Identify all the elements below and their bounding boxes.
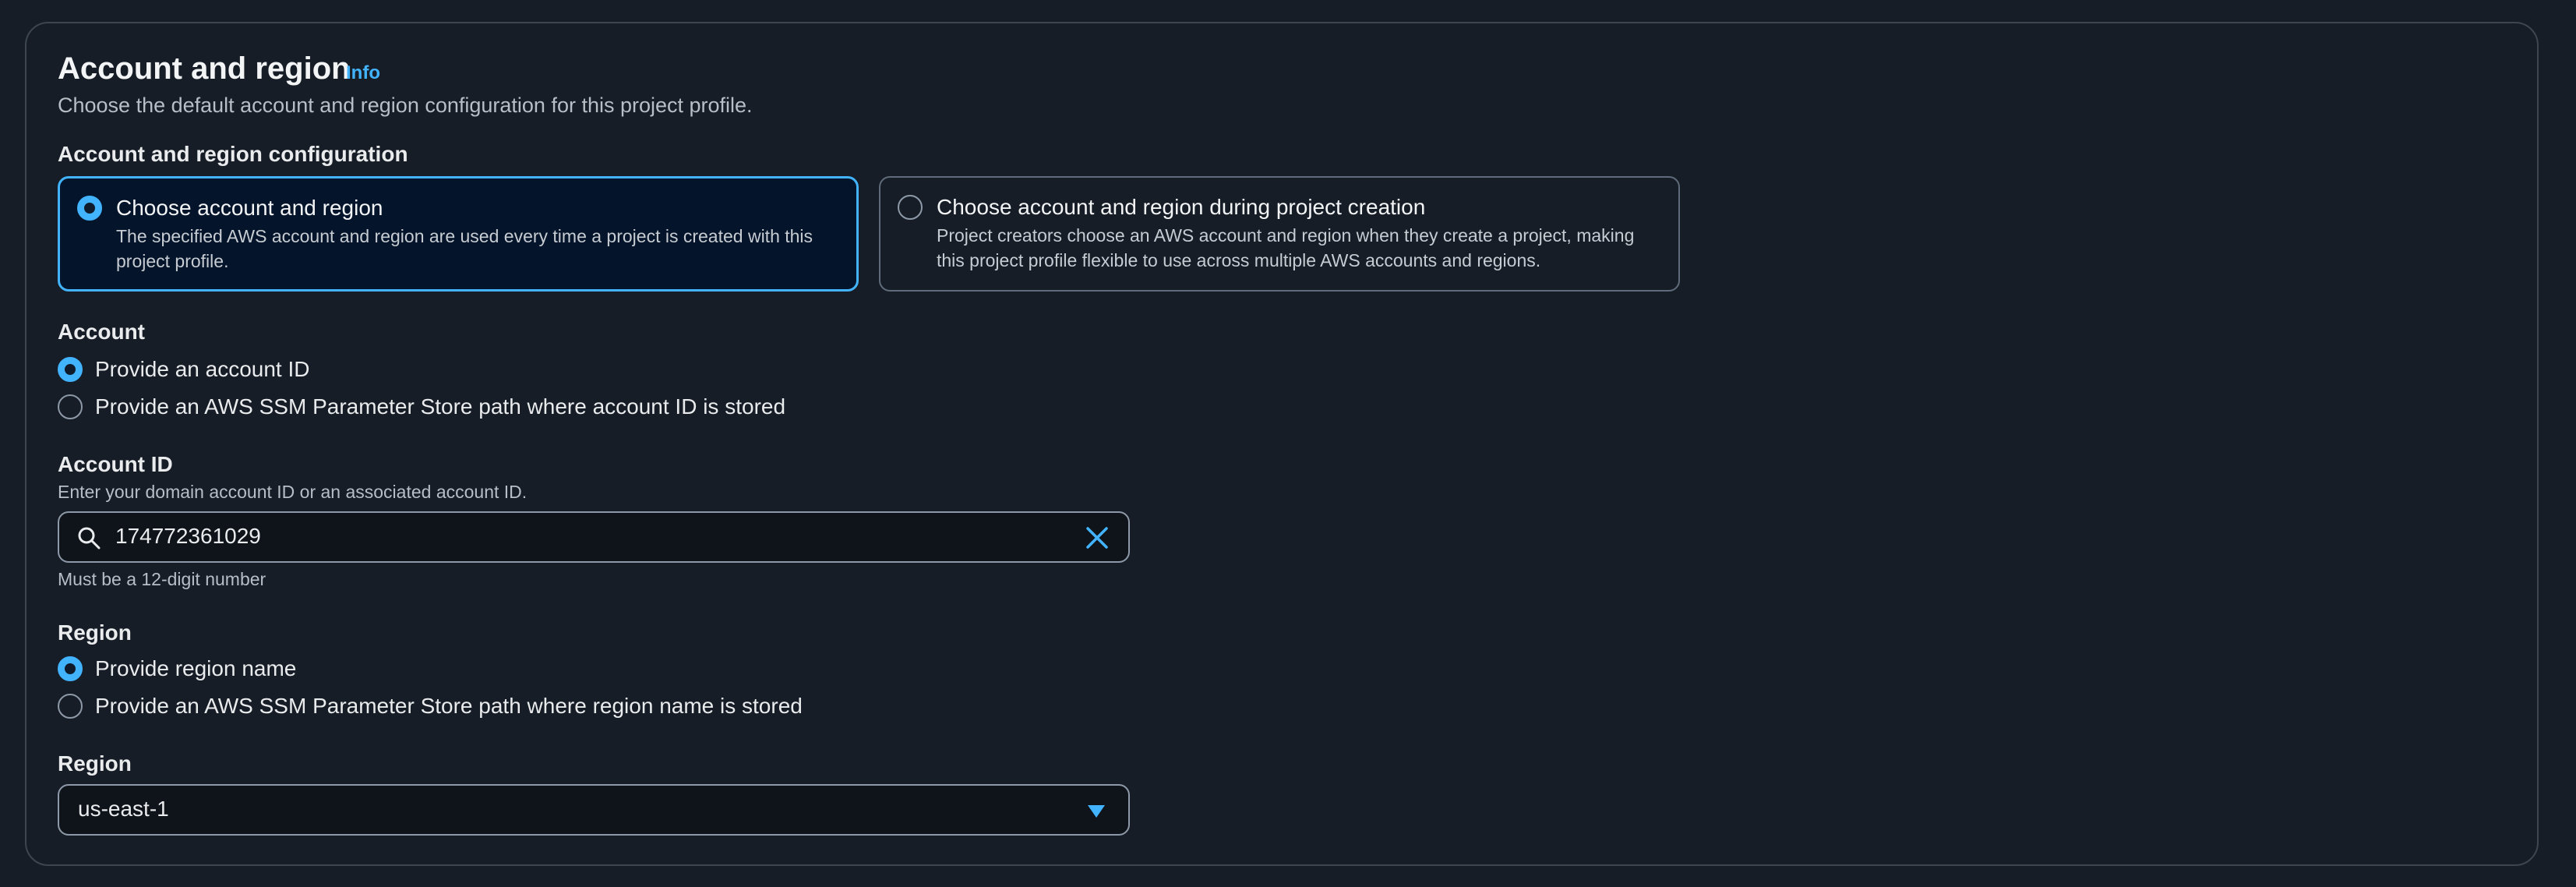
account-region-panel: Account and region Info Choose the defau… (25, 22, 2539, 866)
search-icon (78, 527, 101, 550)
clear-icon[interactable] (1085, 525, 1110, 550)
radio-ssm-account-path[interactable] (58, 394, 83, 419)
radio-ssm-region-path[interactable] (58, 694, 83, 719)
tile-description: The specified AWS account and region are… (116, 226, 813, 271)
radio-provide-region-name[interactable] (58, 656, 83, 681)
region-select-value: us-east-1 (78, 797, 169, 821)
option-ssm-region-path[interactable]: Provide an AWS SSM Parameter Store path … (95, 694, 803, 719)
radio-choose-account-region[interactable] (77, 196, 102, 221)
option-provide-region-name[interactable]: Provide region name (95, 656, 296, 681)
tile-choose-account-region[interactable]: Choose account and region The specified … (58, 176, 859, 292)
config-label: Account and region configuration (58, 142, 408, 166)
tile-title: Choose account and region (116, 196, 383, 220)
info-link[interactable]: Info (346, 62, 380, 84)
region-select[interactable]: us-east-1 (58, 784, 1130, 836)
section-description: Choose the default account and region co… (58, 94, 753, 117)
option-provide-account-id[interactable]: Provide an account ID (95, 357, 310, 382)
region-choice-label: Region (58, 620, 132, 645)
section-title: Account and region (58, 51, 351, 86)
account-id-constraint: Must be a 12-digit number (58, 569, 266, 589)
account-id-label: Account ID (58, 452, 173, 476)
tile-choose-during-creation[interactable]: Choose account and region during project… (879, 176, 1680, 292)
tile-description: Project creators choose an AWS account a… (937, 225, 1635, 270)
account-id-input[interactable]: 174772361029 (58, 511, 1130, 563)
account-id-value: 174772361029 (115, 524, 261, 548)
tile-title: Choose account and region during project… (937, 195, 1426, 219)
account-id-description: Enter your domain account ID or an assoc… (58, 482, 528, 502)
caret-down-icon (1088, 805, 1105, 818)
account-label: Account (58, 320, 145, 344)
option-ssm-account-path[interactable]: Provide an AWS SSM Parameter Store path … (95, 394, 785, 419)
radio-choose-during-creation[interactable] (898, 195, 923, 220)
radio-provide-account-id[interactable] (58, 357, 83, 382)
region-select-label: Region (58, 751, 132, 776)
